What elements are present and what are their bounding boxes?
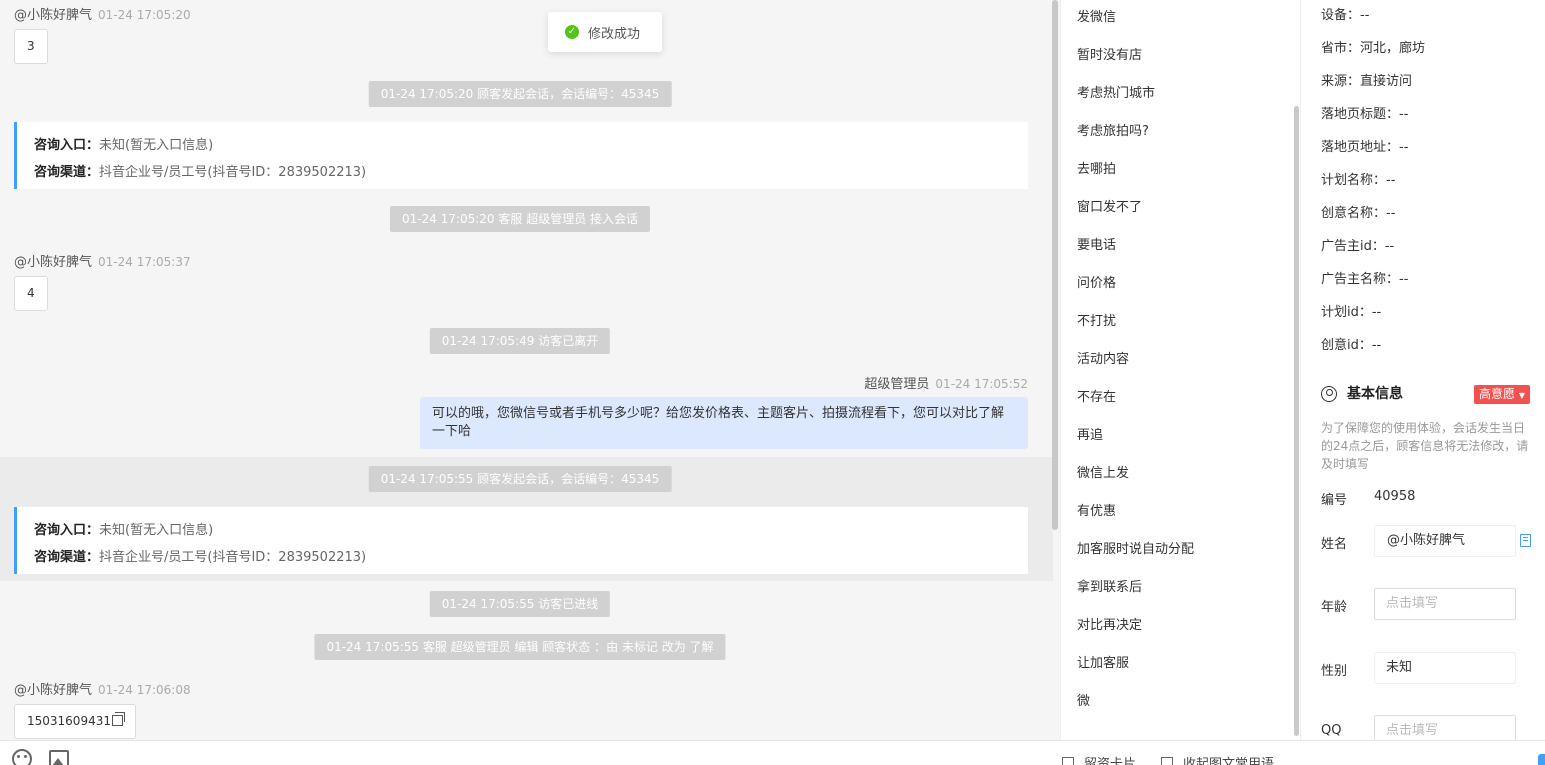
- message-time: 01-24 17:05:20: [98, 8, 191, 22]
- gender-select[interactable]: 未知: [1374, 652, 1516, 684]
- quick-reply-item[interactable]: 微信上发: [1077, 462, 1129, 481]
- agent-name: 超级管理员: [864, 377, 930, 392]
- toast-text: 修改成功: [588, 26, 641, 42]
- caret-down-icon: ▼: [1518, 391, 1525, 400]
- quick-reply-item[interactable]: 不存在: [1077, 386, 1116, 405]
- info-landing-title: 落地页标题：--: [1321, 107, 1409, 122]
- success-toast: ✓ 修改成功: [548, 12, 662, 52]
- quick-reply-item[interactable]: 拿到联系后: [1077, 576, 1142, 595]
- info-landing-url: 落地页地址：--: [1321, 140, 1409, 155]
- gender-label: 性别: [1321, 664, 1348, 679]
- edit-notice: 为了保障您的使用体验，会话发生当日的24点之后，顾客信息将无法修改，请及时填写: [1321, 421, 1529, 471]
- collapse-phrases-button[interactable]: 收起图文常用语: [1161, 753, 1274, 765]
- document-icon: [1161, 757, 1173, 765]
- system-message: 01-24 17:05:20 客服 超级管理员 接入会话: [389, 206, 651, 232]
- age-input[interactable]: 点击填写: [1374, 588, 1516, 620]
- system-message: 01-24 17:05:20 顾客发起会话，会话编号：45345: [368, 81, 672, 107]
- qq-label: QQ: [1321, 723, 1342, 738]
- quick-reply-item[interactable]: 有优惠: [1077, 500, 1116, 519]
- quick-reply-item[interactable]: 考虑热门城市: [1077, 82, 1155, 101]
- quick-reply-item[interactable]: 发微信: [1077, 6, 1116, 25]
- leave-card-button[interactable]: 留资卡片: [1062, 753, 1136, 765]
- customer-message-bubble: 4: [14, 276, 48, 311]
- agent-sender: 超级管理员 01-24 17:05:52: [864, 373, 1028, 392]
- input-toolbar: [0, 740, 1545, 765]
- system-message: 01-24 17:05:49 访客已离开: [429, 328, 611, 354]
- info-creative-id: 创意id：--: [1321, 338, 1382, 353]
- chat-scrollbar[interactable]: [1052, 0, 1058, 530]
- info-advertiser-name: 广告主名称：--: [1321, 272, 1409, 287]
- info-region: 省市：河北，廊坊: [1321, 41, 1426, 56]
- quick-reply-item[interactable]: 暂时没有店: [1077, 44, 1142, 63]
- name-label: 姓名: [1321, 537, 1348, 552]
- emoji-icon[interactable]: [12, 749, 32, 765]
- image-icon[interactable]: [49, 750, 69, 765]
- consult-entry-row: 咨询入口：未知(暂无入口信息): [34, 138, 214, 153]
- consult-info-card: 咨询入口：未知(暂无入口信息) 咨询渠道：抖音企业号/员工号(抖音号ID：283…: [14, 507, 1028, 574]
- id-value: 40958: [1374, 489, 1416, 504]
- basic-info-header: 基本信息 高意愿 ▼: [1321, 384, 1536, 404]
- section-title: 基本信息: [1347, 386, 1403, 402]
- user-circle-icon: [1321, 386, 1337, 402]
- leave-card-label: 留资卡片: [1084, 757, 1137, 765]
- message-sender: @小陈好脾气 01-24 17:05:37: [14, 251, 191, 270]
- message-time: 01-24 17:06:08: [98, 683, 191, 697]
- message-sender: @小陈好脾气 01-24 17:05:20: [14, 4, 191, 23]
- quick-reply-item[interactable]: 活动内容: [1077, 348, 1129, 367]
- sender-name: @小陈好脾气: [14, 8, 93, 23]
- info-creative-name: 创意名称：--: [1321, 206, 1396, 221]
- agent-message-bubble: 可以的哦，您微信号或者手机号多少呢？给您发价格表、主题客片、拍摄流程看下，您可以…: [420, 397, 1028, 449]
- phone-number: 15031609431: [27, 714, 111, 728]
- copy-icon[interactable]: [111, 712, 125, 726]
- name-field[interactable]: @小陈好脾气: [1374, 525, 1516, 557]
- info-plan-name: 计划名称：--: [1321, 173, 1396, 188]
- info-source: 来源：直接访问: [1321, 74, 1413, 89]
- intent-level-dropdown[interactable]: 高意愿 ▼: [1474, 385, 1530, 404]
- quick-reply-item[interactable]: 让加客服: [1077, 652, 1129, 671]
- quick-reply-item[interactable]: 去哪拍: [1077, 158, 1116, 177]
- quick-reply-item[interactable]: 问价格: [1077, 272, 1116, 291]
- collapse-phrases-label: 收起图文常用语: [1183, 757, 1275, 765]
- intent-badge-label: 高意愿: [1479, 387, 1516, 401]
- message-time: 01-24 17:05:37: [98, 255, 191, 269]
- copy-icon[interactable]: [1520, 534, 1531, 547]
- id-label: 编号: [1321, 493, 1348, 508]
- info-advertiser-id: 广告主id：--: [1321, 239, 1395, 254]
- chat-panel: @小陈好脾气 01-24 17:05:20 3 01-24 17:05:20 顾客…: [0, 0, 1060, 740]
- sender-name: @小陈好脾气: [14, 683, 93, 698]
- check-circle-icon: ✓: [565, 25, 579, 39]
- quick-reply-item[interactable]: 考虑旅拍吗?: [1077, 120, 1149, 139]
- consult-info-card: 咨询入口：未知(暂无入口信息) 咨询渠道：抖音企业号/员工号(抖音号ID：283…: [14, 122, 1028, 189]
- quick-reply-panel: 发微信 暂时没有店 考虑热门城市 考虑旅拍吗? 去哪拍 窗口发不了 要电话 问价…: [1060, 0, 1300, 740]
- document-icon: [1062, 757, 1074, 765]
- system-message: 01-24 17:05:55 访客已进线: [429, 591, 611, 617]
- consult-channel-row: 咨询渠道：抖音企业号/员工号(抖音号ID：2839502213): [34, 550, 367, 565]
- system-message: 01-24 17:05:55 客服 超级管理员 编辑 顾客状态 ：由 未标记 改…: [314, 634, 726, 660]
- quick-reply-item[interactable]: 微: [1077, 690, 1090, 709]
- quick-reply-item[interactable]: 要电话: [1077, 234, 1116, 253]
- quick-reply-scrollbar[interactable]: [1294, 106, 1299, 736]
- quick-reply-item[interactable]: 对比再决定: [1077, 614, 1142, 633]
- customer-message-bubble: 3: [14, 29, 48, 64]
- message-time: 01-24 17:05:52: [935, 377, 1028, 391]
- age-label: 年龄: [1321, 600, 1348, 615]
- customer-info-panel: 设备：-- 省市：河北，廊坊 来源：直接访问 落地页标题：-- 落地页地址：--…: [1300, 0, 1545, 747]
- info-device: 设备：--: [1321, 8, 1370, 23]
- consult-entry-row: 咨询入口：未知(暂无入口信息): [34, 523, 214, 538]
- customer-message-bubble: 15031609431: [14, 704, 136, 739]
- quick-reply-item[interactable]: 窗口发不了: [1077, 196, 1142, 215]
- sender-name: @小陈好脾气: [14, 255, 93, 270]
- quick-reply-item[interactable]: 不打扰: [1077, 310, 1116, 329]
- message-sender: @小陈好脾气 01-24 17:06:08: [14, 679, 191, 698]
- floating-action-button[interactable]: [1538, 754, 1545, 765]
- info-plan-id: 计划id：--: [1321, 305, 1382, 320]
- quick-reply-item[interactable]: 再追: [1077, 424, 1103, 443]
- quick-reply-item[interactable]: 加客服时说自动分配: [1077, 538, 1194, 557]
- system-message: 01-24 17:05:55 顾客发起会话，会话编号：45345: [368, 466, 672, 492]
- consult-channel-row: 咨询渠道：抖音企业号/员工号(抖音号ID：2839502213): [34, 165, 367, 180]
